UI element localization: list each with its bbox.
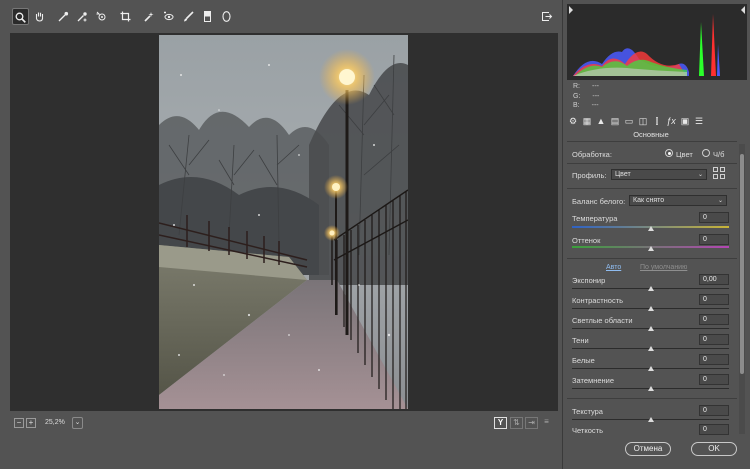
slider-value-highlights[interactable]: 0 bbox=[699, 314, 729, 325]
before-after-button[interactable]: Y bbox=[494, 417, 507, 429]
spot-removal-icon[interactable] bbox=[141, 8, 158, 25]
temperature-thumb[interactable] bbox=[647, 226, 654, 231]
graduated-filter-icon[interactable] bbox=[199, 8, 216, 25]
cancel-button[interactable]: Отмена bbox=[625, 442, 671, 456]
processing-bw-label: Ч/б bbox=[713, 150, 725, 159]
photo-preview[interactable] bbox=[159, 35, 408, 409]
default-link[interactable]: По умолчанию bbox=[640, 264, 687, 271]
slider-value-texture[interactable]: 0 bbox=[699, 405, 729, 416]
color-sampler-icon[interactable] bbox=[74, 8, 91, 25]
slider-value-tint[interactable]: 0 bbox=[699, 234, 729, 245]
adjustment-brush-icon[interactable] bbox=[180, 8, 197, 25]
highlights-thumb[interactable] bbox=[647, 326, 654, 331]
slider-value-blacks[interactable]: 0 bbox=[699, 374, 729, 385]
geometry-tab-icon[interactable]: ⫿ bbox=[651, 115, 663, 127]
slider-label-tint: Оттенок bbox=[572, 236, 601, 245]
slider-value-whites[interactable]: 0 bbox=[699, 354, 729, 365]
slider-value-exposure[interactable]: 0,00 bbox=[699, 274, 729, 285]
profile-label: Профиль: bbox=[572, 171, 607, 180]
image-canvas[interactable] bbox=[10, 33, 558, 411]
toggle-view-icon[interactable]: ≡ bbox=[540, 417, 553, 429]
slider-label-contrast: Контрастность bbox=[572, 296, 624, 305]
rgb-readout: R: --- G: --- B: --- bbox=[573, 83, 600, 109]
copy-settings-icon[interactable]: ⇥ bbox=[525, 417, 538, 429]
panel-tabs: ⚙ ▦ ▲ ▤ ▭ ◫ ⫿ ƒx ▣ ☰ bbox=[567, 114, 747, 128]
divider bbox=[567, 188, 737, 189]
zoom-out-button[interactable]: − bbox=[14, 418, 24, 428]
wb-label: Баланс белого: bbox=[572, 197, 626, 206]
slider-value-shadows[interactable]: 0 bbox=[699, 334, 729, 345]
effects-tab-icon[interactable]: ƒx bbox=[665, 115, 677, 127]
wb-select[interactable]: Как снято ⌄ bbox=[629, 195, 727, 206]
zoom-level: 25,2% bbox=[45, 419, 65, 426]
hsl-tab-icon[interactable]: ▤ bbox=[609, 115, 621, 127]
slider-value-temperature[interactable]: 0 bbox=[699, 212, 729, 223]
slider-label-highlights: Светлые области bbox=[572, 316, 633, 325]
lens-tab-icon[interactable]: ◫ bbox=[637, 115, 649, 127]
exposure-thumb[interactable] bbox=[647, 286, 654, 291]
whites-thumb[interactable] bbox=[647, 366, 654, 371]
texture-thumb[interactable] bbox=[647, 417, 654, 422]
divider bbox=[567, 163, 737, 164]
split-tone-tab-icon[interactable]: ▭ bbox=[623, 115, 635, 127]
radial-filter-icon[interactable] bbox=[218, 8, 235, 25]
zoom-dropdown[interactable]: ⌄ bbox=[72, 417, 83, 429]
auto-link[interactable]: Авто bbox=[606, 264, 621, 271]
divider bbox=[567, 398, 737, 399]
tint-thumb[interactable] bbox=[647, 246, 654, 251]
divider bbox=[567, 258, 737, 259]
scrollbar-thumb[interactable] bbox=[740, 154, 744, 374]
processing-bw-radio[interactable] bbox=[702, 149, 710, 157]
blacks-thumb[interactable] bbox=[647, 386, 654, 391]
swap-view-icon[interactable]: ⇅ bbox=[510, 417, 523, 429]
basic-tab-icon[interactable]: ⚙ bbox=[567, 115, 579, 127]
processing-color-radio[interactable] bbox=[665, 149, 673, 157]
slider-value-contrast[interactable]: 0 bbox=[699, 294, 729, 305]
contrast-thumb[interactable] bbox=[647, 306, 654, 311]
section-title: Основные bbox=[633, 130, 669, 139]
slider-value-clarity[interactable]: 0 bbox=[699, 424, 729, 435]
processing-label: Обработка: bbox=[572, 150, 612, 159]
slider-label-clarity: Четкость bbox=[572, 426, 603, 435]
shadows-thumb[interactable] bbox=[647, 346, 654, 351]
presets-tab-icon[interactable]: ☰ bbox=[693, 115, 705, 127]
export-icon[interactable] bbox=[538, 8, 555, 25]
profile-browser-icon[interactable] bbox=[713, 167, 726, 180]
tone-curve-tab-icon[interactable]: ▦ bbox=[581, 115, 593, 127]
zoom-icon[interactable] bbox=[12, 8, 29, 25]
red-eye-icon[interactable] bbox=[160, 8, 177, 25]
divider bbox=[567, 141, 737, 142]
targeted-adjust-icon[interactable] bbox=[93, 8, 110, 25]
crop-icon[interactable] bbox=[117, 8, 134, 25]
detail-tab-icon[interactable]: ▲ bbox=[595, 115, 607, 127]
slider-label-exposure: Экспонир bbox=[572, 276, 606, 285]
histogram bbox=[567, 4, 747, 80]
processing-color-label: Цвет bbox=[676, 150, 693, 159]
ok-button[interactable]: OK bbox=[691, 442, 737, 456]
slider-label-blacks: Затемнение bbox=[572, 376, 615, 385]
calibration-tab-icon[interactable]: ▣ bbox=[679, 115, 691, 127]
panel-scrollbar[interactable] bbox=[739, 144, 745, 434]
tool-bar bbox=[0, 0, 562, 33]
slider-label-texture: Текстура bbox=[572, 407, 603, 416]
slider-label-shadows: Тени bbox=[572, 336, 589, 345]
profile-select[interactable]: Цвет ⌄ bbox=[611, 169, 707, 180]
zoom-in-button[interactable]: + bbox=[26, 418, 36, 428]
slider-label-temperature: Температура bbox=[572, 214, 618, 223]
white-balance-icon[interactable] bbox=[55, 8, 72, 25]
hand-icon[interactable] bbox=[31, 8, 48, 25]
status-bar: − + 25,2% ⌄ Y ⇅ ⇥ ≡ bbox=[0, 411, 562, 435]
adjustments-panel: R: --- G: --- B: --- ⚙ ▦ ▲ ▤ ▭ ◫ ⫿ ƒx ▣ ☰ О… bbox=[562, 0, 750, 469]
slider-label-whites: Белые bbox=[572, 356, 595, 365]
